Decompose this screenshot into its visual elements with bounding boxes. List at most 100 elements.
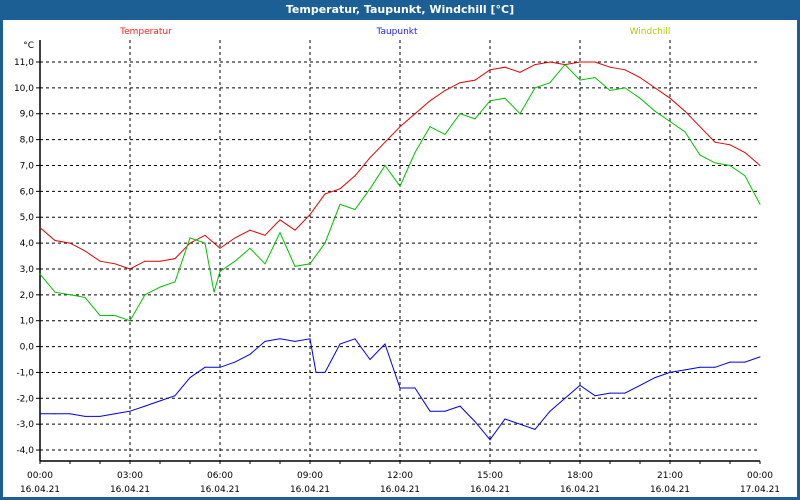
data-point xyxy=(324,371,326,373)
data-point xyxy=(579,79,581,81)
x-tick-time: 03:00 xyxy=(117,471,143,481)
data-point xyxy=(369,359,371,361)
x-tick-date: 16.04.21 xyxy=(20,485,60,495)
data-point xyxy=(654,87,656,89)
data-point xyxy=(39,413,41,415)
data-point xyxy=(654,110,656,112)
data-point xyxy=(729,144,731,146)
data-point xyxy=(744,361,746,363)
data-point xyxy=(564,64,566,66)
y-tick-label: -2,0 xyxy=(16,394,34,404)
x-tick-date: 16.04.21 xyxy=(560,485,600,495)
data-point xyxy=(309,338,311,340)
data-point xyxy=(54,291,56,293)
x-tick-date: 16.04.21 xyxy=(200,485,240,495)
x-tick-date: 16.04.21 xyxy=(650,485,690,495)
data-point xyxy=(519,71,521,73)
y-tick-label: 8,0 xyxy=(20,136,35,146)
data-point xyxy=(729,361,731,363)
data-point xyxy=(714,141,716,143)
x-tick-date: 16.04.21 xyxy=(470,485,510,495)
data-point xyxy=(594,77,596,79)
data-point xyxy=(174,395,176,397)
data-point xyxy=(414,152,416,154)
data-point xyxy=(159,260,161,262)
data-point xyxy=(354,175,356,177)
data-point xyxy=(609,66,611,68)
data-point xyxy=(744,152,746,154)
data-point xyxy=(624,69,626,71)
data-point xyxy=(315,371,317,373)
data-point xyxy=(429,126,431,128)
data-point xyxy=(384,141,386,143)
y-tick-label: 4,0 xyxy=(20,239,35,249)
data-point xyxy=(159,286,161,288)
y-tick-label: 7,0 xyxy=(20,161,35,171)
data-point xyxy=(579,384,581,386)
data-point xyxy=(699,366,701,368)
data-point xyxy=(354,208,356,210)
data-point xyxy=(174,281,176,283)
x-tick-date: 16.04.21 xyxy=(380,485,420,495)
data-point xyxy=(69,242,71,244)
data-point xyxy=(759,164,761,166)
x-tick-date: 17.04.21 xyxy=(740,485,780,495)
y-tick-label: 1,0 xyxy=(20,317,35,327)
data-point xyxy=(234,237,236,239)
data-point xyxy=(474,118,476,120)
data-point xyxy=(714,366,716,368)
data-point xyxy=(399,387,401,389)
data-point xyxy=(399,126,401,128)
legend-temperatur: Temperatur xyxy=(119,27,172,37)
data-point xyxy=(339,188,341,190)
data-point xyxy=(579,61,581,63)
legend-windchill: Windchill xyxy=(630,27,671,37)
data-point xyxy=(744,175,746,177)
data-point xyxy=(69,413,71,415)
data-point xyxy=(384,343,386,345)
data-point xyxy=(144,405,146,407)
y-tick-label: 0,0 xyxy=(20,343,35,353)
data-point xyxy=(114,263,116,265)
data-point xyxy=(489,69,491,71)
x-tick-time: 12:00 xyxy=(387,471,413,481)
data-point xyxy=(234,361,236,363)
data-point xyxy=(129,320,131,322)
data-point xyxy=(624,87,626,89)
data-point xyxy=(684,110,686,112)
data-point xyxy=(369,157,371,159)
data-point xyxy=(474,79,476,81)
data-point xyxy=(189,377,191,379)
x-tick-time: 00:00 xyxy=(747,471,773,481)
data-point xyxy=(264,263,266,265)
data-point xyxy=(474,421,476,423)
data-point xyxy=(429,100,431,102)
data-point xyxy=(714,162,716,164)
data-point xyxy=(279,219,281,221)
data-point xyxy=(354,338,356,340)
data-point xyxy=(324,193,326,195)
y-tick-label: 11,0 xyxy=(14,58,34,68)
data-point xyxy=(594,395,596,397)
data-point xyxy=(144,260,146,262)
data-point xyxy=(504,66,506,68)
data-point xyxy=(204,366,206,368)
data-point xyxy=(504,97,506,99)
data-point xyxy=(729,164,731,166)
x-tick-time: 06:00 xyxy=(207,471,233,481)
data-point xyxy=(624,392,626,394)
data-point xyxy=(264,340,266,342)
data-point xyxy=(534,87,536,89)
data-point xyxy=(189,242,191,244)
x-tick-date: 16.04.21 xyxy=(110,485,150,495)
data-point xyxy=(669,97,671,99)
window-title: Temperatur, Taupunkt, Windchill [°C] xyxy=(285,3,515,16)
data-point xyxy=(99,315,101,317)
x-tick-time: 09:00 xyxy=(297,471,323,481)
y-tick-label: -1,0 xyxy=(16,368,34,378)
data-point xyxy=(189,237,191,239)
data-point xyxy=(684,131,686,133)
data-point xyxy=(549,410,551,412)
data-point xyxy=(294,340,296,342)
data-point xyxy=(519,113,521,115)
